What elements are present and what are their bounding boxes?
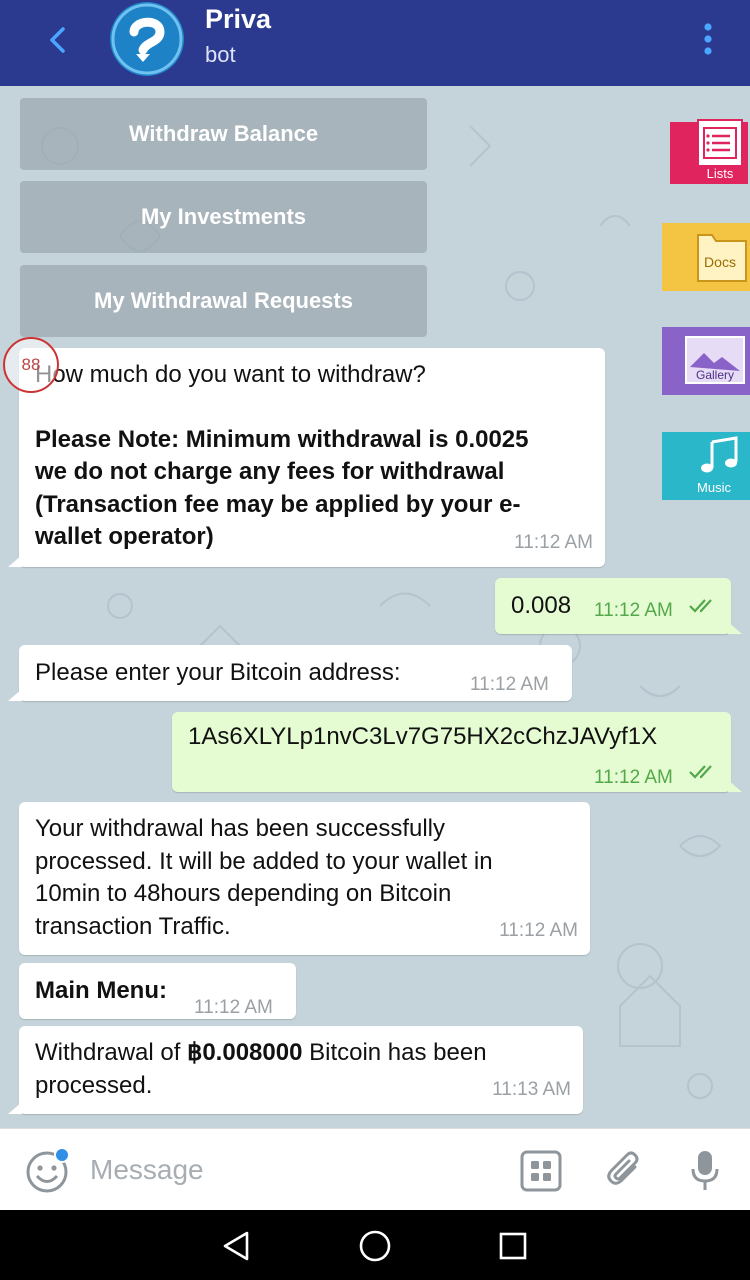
message-line: How much do you want to withdraw?: [35, 361, 426, 388]
withdraw-balance-button[interactable]: Withdraw Balance: [20, 98, 427, 170]
my-withdrawal-requests-button[interactable]: My Withdrawal Requests: [20, 265, 427, 337]
svg-text:Docs: Docs: [704, 254, 736, 270]
voice-record-button[interactable]: [682, 1149, 728, 1193]
double-check-icon: [689, 599, 712, 613]
bubble-tail: [728, 622, 742, 634]
double-check-icon: [689, 765, 712, 779]
chat-header: Priva bot: [0, 0, 750, 86]
message-bubble-incoming[interactable]: Withdrawal of ฿0.008000 Bitcoin has been…: [19, 1026, 583, 1114]
lists-shortcut[interactable]: Lists: [662, 116, 750, 188]
microphone-icon: [691, 1151, 719, 1190]
message-time: 11:12 AM: [470, 674, 549, 695]
message-line: Please Note: Minimum withdrawal is 0.002…: [35, 425, 529, 453]
svg-text:Gallery: Gallery: [696, 368, 734, 382]
keyboard-grid-icon: [520, 1150, 562, 1192]
message-line: Withdrawal of ฿0.008000 Bitcoin has been: [35, 1037, 487, 1070]
chat-area[interactable]: Withdraw Balance My Investments My Withd…: [0, 86, 750, 1128]
message-line: transaction Traffic.: [35, 912, 231, 940]
message-text: 0.008: [511, 592, 572, 619]
bot-keyboard-button[interactable]: [518, 1149, 564, 1193]
bot-avatar[interactable]: [110, 2, 184, 76]
notification-dot: [54, 1147, 70, 1163]
message-text: 1As6XLYLp1nvC3Lv7G75HX2cChzJAVyf1X: [188, 723, 658, 750]
message-time: 11:12 AM: [594, 600, 673, 621]
message-time: 11:12 AM: [194, 997, 273, 1018]
svg-text:Music: Music: [697, 480, 731, 495]
message-line: processed. It will be added to your wall…: [35, 847, 493, 875]
my-investments-button[interactable]: My Investments: [20, 181, 427, 253]
message-text: Withdrawal of ฿0.008000 Bitcoin has been…: [35, 1037, 487, 1102]
back-button[interactable]: [36, 18, 80, 62]
system-navigation-bar: [0, 1210, 750, 1280]
nav-recents-button[interactable]: [490, 1223, 536, 1269]
paperclip-icon: [607, 1151, 639, 1185]
recents-square-icon: [499, 1232, 527, 1260]
message-time: 11:13 AM: [492, 1078, 571, 1100]
music-note-icon: Music: [662, 432, 750, 500]
message-bubble-incoming[interactable]: Main Menu: 11:12 AM: [19, 963, 296, 1019]
docs-folder-icon: Docs: [662, 223, 750, 291]
message-line: 10min to 48hours depending on Bitcoin: [35, 880, 452, 907]
bitcoin-amount: ฿0.008000: [187, 1039, 303, 1066]
message-line: Your withdrawal has been successfully: [35, 815, 446, 842]
message-line: processed.: [35, 1071, 153, 1099]
message-text-suffix: Bitcoin has been: [302, 1039, 487, 1066]
message-time: 11:12 AM: [499, 919, 578, 941]
music-shortcut[interactable]: Music: [662, 430, 750, 502]
bubble-tail: [8, 555, 22, 567]
message-input[interactable]: [90, 1145, 490, 1195]
message-time: 11:12 AM: [514, 531, 593, 553]
message-line: (Transaction fee may be applied by your …: [35, 490, 521, 518]
more-options-button[interactable]: [690, 14, 726, 64]
more-vertical-icon: [704, 23, 712, 55]
nav-back-button[interactable]: [213, 1223, 259, 1269]
gallery-image-icon: Gallery: [662, 327, 750, 395]
message-text: Main Menu:: [35, 977, 167, 1004]
bot-logo-icon: [111, 3, 183, 75]
chat-title[interactable]: Priva: [205, 4, 271, 35]
message-line: we do not charge any fees for withdrawal: [35, 458, 505, 485]
message-composer: [0, 1128, 750, 1210]
message-bubble-incoming[interactable]: How much do you want to withdraw? Please…: [19, 348, 605, 567]
message-bubble-outgoing[interactable]: 0.008 11:12 AM: [495, 578, 731, 634]
bubble-tail: [728, 780, 742, 792]
message-text: Your withdrawal has been successfully pr…: [35, 813, 493, 943]
lists-icon: Lists: [670, 119, 748, 184]
message-text: Please enter your Bitcoin address:: [35, 659, 401, 686]
svg-text:Lists: Lists: [707, 166, 734, 181]
back-triangle-icon: [223, 1231, 249, 1261]
message-time: 11:12 AM: [594, 767, 673, 788]
home-circle-icon: [359, 1230, 391, 1262]
attach-button[interactable]: [602, 1149, 648, 1193]
docs-shortcut[interactable]: Docs: [662, 221, 750, 293]
message-text-prefix: Withdrawal of: [35, 1039, 188, 1066]
message-bubble-incoming[interactable]: Please enter your Bitcoin address: 11:12…: [19, 645, 572, 701]
message-text: How much do you want to withdraw? Please…: [35, 359, 529, 554]
nav-home-button[interactable]: [352, 1223, 398, 1269]
message-bubble-outgoing[interactable]: 1As6XLYLp1nvC3Lv7G75HX2cChzJAVyf1X 11:12…: [172, 712, 731, 792]
message-line: wallet operator): [35, 523, 214, 550]
bubble-tail: [8, 689, 22, 701]
bubble-tail: [8, 1102, 22, 1114]
message-bubble-incoming[interactable]: Your withdrawal has been successfully pr…: [19, 802, 590, 955]
chat-subtitle: bot: [205, 42, 236, 67]
back-arrow-icon: [50, 27, 65, 53]
gallery-shortcut[interactable]: Gallery: [662, 325, 750, 397]
unread-counter-badge[interactable]: 88: [3, 337, 59, 393]
